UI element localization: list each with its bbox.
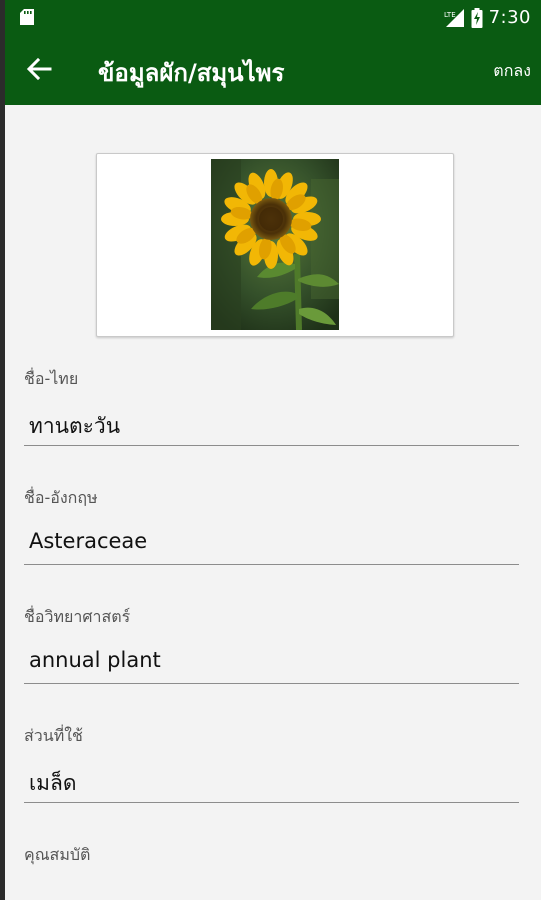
thai-name-input[interactable]: ทานตะวัน: [24, 410, 519, 446]
back-arrow-icon[interactable]: [24, 54, 54, 84]
page-title: ข้อมูลผัก/สมุนไพร: [98, 59, 285, 87]
field-label: คุณสมบัติ: [24, 845, 91, 864]
english-name-input[interactable]: Asteraceae: [24, 529, 519, 565]
form-content: ชื่อ-ไทย ทานตะวัน ชื่อ-อังกฤษ Asteraceae…: [0, 105, 541, 900]
field-label: ชื่อวิทยาศาสตร์: [24, 607, 131, 626]
field-value: Asteraceae: [29, 529, 148, 553]
sd-card-icon: [20, 9, 34, 25]
field-label: ชื่อ-ไทย: [24, 369, 79, 388]
network-label: LTE: [444, 11, 456, 19]
field-english-name: ชื่อ-อังกฤษ Asteraceae: [24, 486, 519, 565]
field-thai-name: ชื่อ-ไทย ทานตะวัน: [24, 367, 519, 446]
image-card[interactable]: [96, 153, 454, 337]
status-icons: LTE 7:30: [443, 7, 531, 28]
field-value: ทานตะวัน: [29, 414, 121, 438]
field-used-part: ส่วนที่ใช้ เมล็ด: [24, 724, 519, 803]
field-label: ส่วนที่ใช้: [24, 726, 83, 745]
status-bar: LTE 7:30: [0, 0, 541, 34]
battery-charging-icon: [471, 7, 483, 28]
field-scientific-name: ชื่อวิทยาศาสตร์ annual plant: [24, 605, 519, 684]
used-part-input[interactable]: เมล็ด: [24, 767, 519, 803]
field-properties: คุณสมบัติ: [24, 843, 519, 868]
field-label: ชื่อ-อังกฤษ: [24, 488, 98, 507]
screen-edge: [0, 0, 5, 900]
scientific-name-input[interactable]: annual plant: [24, 648, 519, 684]
field-value: annual plant: [29, 648, 161, 672]
ok-button[interactable]: ตกลง: [493, 59, 531, 84]
app-bar: ข้อมูลผัก/สมุนไพร ตกลง: [0, 34, 541, 105]
sunflower-image: [211, 159, 339, 330]
field-value: เมล็ด: [29, 771, 77, 795]
lte-signal-icon: LTE: [444, 8, 464, 27]
clock: 7:30: [488, 7, 531, 28]
